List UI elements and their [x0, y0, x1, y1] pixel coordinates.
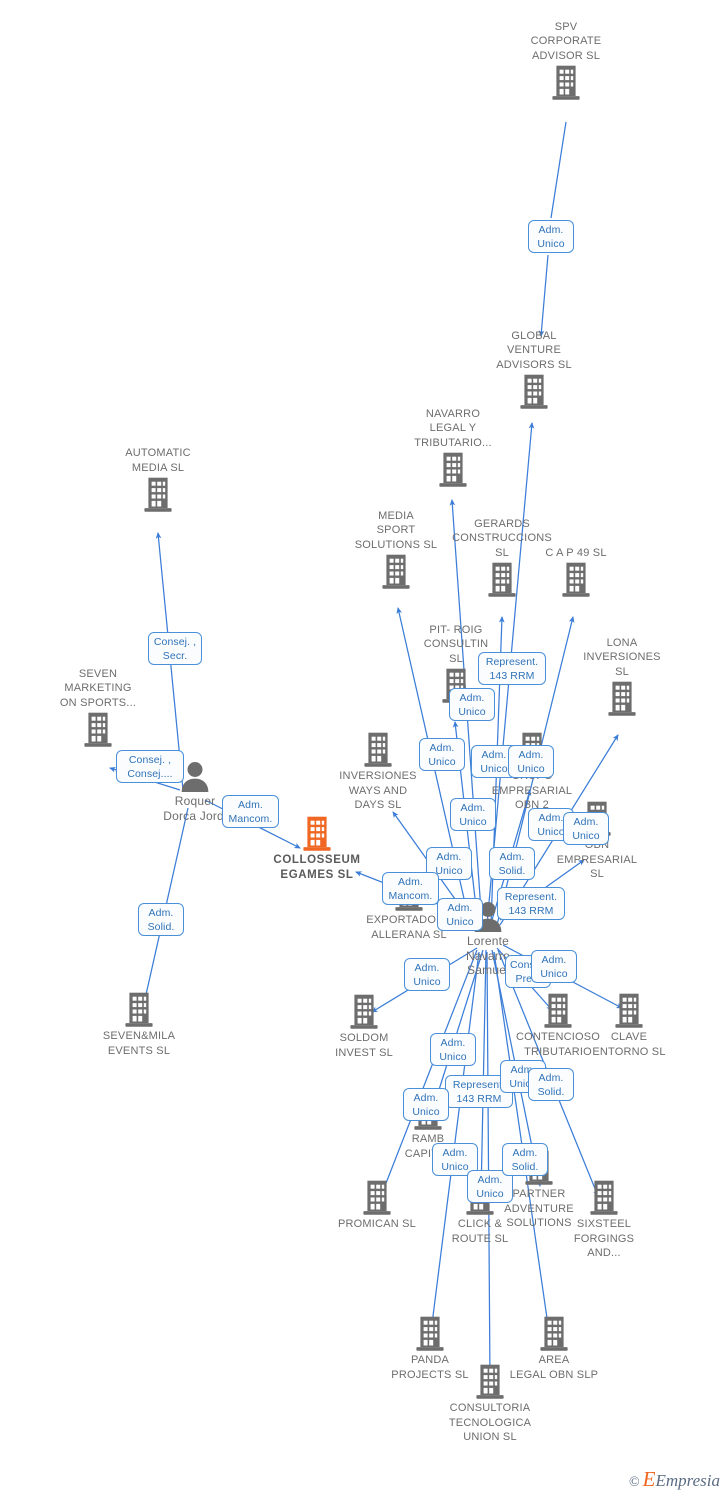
graph-node-sevenmkt[interactable]: SEVEN MARKETING ON SPORTS... [33, 667, 163, 749]
graph-node-spv[interactable]: SPV CORPORATE ADVISOR SL [501, 20, 631, 102]
node-label: C A P 49 SL [545, 546, 607, 559]
graph-node-consultoria[interactable]: CONSULTORIA TECNOLOGICA UNION SL [425, 1363, 555, 1445]
node-label: INVERSIONES WAYS AND DAYS SL [339, 770, 417, 811]
building-icon [489, 1315, 619, 1352]
building-icon [388, 451, 518, 488]
edge-label-l-solid-clave[interactable]: Adm. Solid. [528, 1068, 574, 1101]
edge-label-l-roquer-sol[interactable]: Adm. Solid. [138, 903, 184, 936]
node-label: LONA INVERSIONES SL [583, 636, 661, 678]
graph-node-navarro[interactable]: NAVARRO LEGAL Y TRIBUTARIO... [388, 407, 518, 489]
building-icon [564, 992, 694, 1029]
node-label: SOLDOM INVEST SL [335, 1032, 393, 1059]
edge-label-l-unico-r1[interactable]: Adm. Unico [531, 950, 577, 983]
edge-label-l-rep143-b[interactable]: Represent. 143 RRM [497, 887, 565, 920]
building-icon [33, 711, 163, 748]
node-label: GLOBAL VENTURE ADVISORS SL [496, 329, 572, 371]
edge-label-l-unico-ramb[interactable]: Adm. Unico [403, 1088, 449, 1121]
building-icon [365, 1315, 495, 1352]
graph-node-sevenmila[interactable]: SEVEN&MILA EVENTS SL [74, 991, 204, 1058]
graph-node-sixsteel[interactable]: SIXSTEEL FORGINGS AND... [539, 1179, 669, 1261]
edge-label-l-solid-mid[interactable]: Adm. Solid. [489, 847, 535, 880]
node-label: CLAVE ENTORNO SL [592, 1031, 666, 1058]
edge-label-l-unico-low[interactable]: Adm. Unico [437, 898, 483, 931]
node-label: NAVARRO LEGAL Y TRIBUTARIO... [414, 407, 492, 449]
node-label: SEVEN&MILA EVENTS SL [102, 1030, 176, 1057]
building-icon [469, 373, 599, 410]
node-label: CONSULTORIA TECNOLOGICA UNION SL [448, 1402, 532, 1443]
building-icon [539, 1179, 669, 1216]
graph-node-automatic[interactable]: AUTOMATIC MEDIA SL [93, 446, 223, 513]
building-icon [501, 64, 631, 101]
edge-label-l-spv-gva[interactable]: Adm. Unico [528, 220, 574, 253]
graph-node-cap49[interactable]: C A P 49 SL [511, 546, 641, 599]
node-label: SIXSTEEL FORGINGS AND... [573, 1218, 635, 1259]
network-diagram-canvas: SPV CORPORATE ADVISOR SL GLOBAL VENTURE A… [0, 0, 728, 1500]
watermark-logo-letter: E [642, 1467, 656, 1491]
edge-label-l-pitroig[interactable]: Adm. Unico [449, 688, 495, 721]
edge-label-l-invways[interactable]: Adm. Unico [450, 798, 496, 831]
empresia-watermark: © EEmpresia [629, 1467, 720, 1492]
graph-node-soldom[interactable]: SOLDOM INVEST SL [299, 993, 429, 1060]
node-label: AUTOMATIC MEDIA SL [125, 447, 191, 474]
building-icon [299, 993, 429, 1030]
copyright-symbol: © [629, 1475, 640, 1490]
graph-node-clave[interactable]: CLAVE ENTORNO SL [564, 992, 694, 1059]
edge-label-l-solid-part[interactable]: Adm. Solid. [502, 1143, 548, 1176]
edge-label-l-rep143-a[interactable]: Represent. 143 RRM [478, 652, 546, 685]
building-icon [557, 680, 687, 717]
watermark-text: Empresia [655, 1471, 720, 1490]
edge-label-l-roquer-mcm[interactable]: Adm. Mancom. [222, 795, 279, 828]
edge-label-l-obn2[interactable]: Adm. Unico [563, 812, 609, 845]
edge-label-l-unico-exp2[interactable]: Adm. Unico [404, 958, 450, 991]
edge-label-l-mancom-exp[interactable]: Adm. Mancom. [382, 872, 439, 905]
building-icon [74, 991, 204, 1028]
building-icon [93, 476, 223, 513]
edge-label-l-automatic[interactable]: Consej. , Secr. [148, 632, 202, 665]
node-label: SEVEN MARKETING ON SPORTS... [59, 667, 137, 709]
graph-node-lona[interactable]: LONA INVERSIONES SL [557, 636, 687, 718]
edge-spv-to-gva [550, 121, 567, 219]
graph-node-gva[interactable]: GLOBAL VENTURE ADVISORS SL [469, 329, 599, 411]
edge-label-l-unico-sold[interactable]: Adm. Unico [430, 1033, 476, 1066]
edge-gva_lbl-to-gva [538, 254, 549, 337]
edge-label-l-sevenmkt[interactable]: Consej. , Consej.... [116, 750, 184, 783]
building-icon [425, 1363, 555, 1400]
building-icon [511, 561, 641, 598]
node-label: SPV CORPORATE ADVISOR SL [530, 20, 602, 62]
edge-label-l-mediasport[interactable]: Adm. Unico [419, 738, 465, 771]
edge-label-l-cap49[interactable]: Adm. Unico [508, 745, 554, 778]
